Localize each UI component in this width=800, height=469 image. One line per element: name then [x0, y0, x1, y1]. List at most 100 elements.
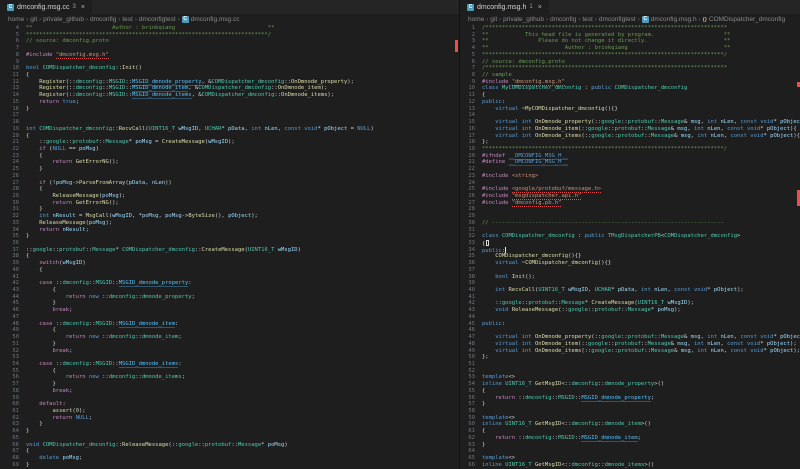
- breadcrumb-item[interactable]: git: [490, 16, 497, 23]
- code-line[interactable]: 46: [460, 327, 800, 334]
- breadcrumb-item-symbol[interactable]: COMDispatcher_dmconfig: [709, 16, 785, 23]
- code-line[interactable]: 11{: [460, 92, 800, 99]
- code-editor[interactable]: 1/**************************************…: [460, 25, 800, 469]
- code-line[interactable]: 66void COMDispatcher_dmconfig::ReleaseMe…: [0, 442, 459, 449]
- code-line[interactable]: 31 }: [0, 206, 459, 213]
- breadcrumb-item[interactable]: dmconfig: [550, 16, 576, 23]
- code-line[interactable]: 47: [0, 314, 459, 321]
- code-line[interactable]: 65: [0, 435, 459, 442]
- code-line[interactable]: 59: [0, 395, 459, 402]
- breadcrumb-item-file[interactable]: dmconfig.msg.h: [651, 16, 697, 23]
- code-line[interactable]: 56 return new ::dmconfig::dmnode_items;: [0, 374, 459, 381]
- code-line[interactable]: 58: [460, 408, 800, 415]
- code-line[interactable]: 49 {: [0, 327, 459, 334]
- code-line[interactable]: 3** Please do not change it directly. **: [460, 38, 800, 45]
- code-line[interactable]: 20#ifndef __DMCONFIG_MSG_H__: [460, 153, 800, 160]
- code-line[interactable]: 58 break;: [0, 388, 459, 395]
- code-line[interactable]: 15 return true;: [0, 99, 459, 106]
- code-line[interactable]: 36 virtual ~COMDispatcher_dmconfig(){}: [460, 260, 800, 267]
- code-line[interactable]: 5***************************************…: [0, 32, 459, 39]
- code-line[interactable]: 59template<>: [460, 415, 800, 422]
- code-line[interactable]: 17 virtual int OnDmnode_items(::google::…: [460, 133, 800, 140]
- code-line[interactable]: 28 {: [0, 186, 459, 193]
- code-line[interactable]: 68 delete poMsg;: [0, 455, 459, 462]
- code-line[interactable]: 20{: [0, 133, 459, 140]
- tab-dmconfig-msg-cc[interactable]: C dmconfig.msg.cc 3 ×: [0, 0, 93, 14]
- code-line[interactable]: 39: [460, 280, 800, 287]
- code-line[interactable]: 57 }: [0, 381, 459, 388]
- code-line[interactable]: 4** Author : brinkqiang **: [460, 45, 800, 52]
- code-line[interactable]: 57}: [460, 401, 800, 408]
- code-line[interactable]: 45 }: [0, 300, 459, 307]
- code-line[interactable]: 16}: [0, 106, 459, 113]
- code-line[interactable]: 43 {: [0, 287, 459, 294]
- code-line[interactable]: 47 virtual int OnDmnode_property(::googl…: [460, 334, 800, 341]
- tab-dmconfig-msg-h[interactable]: C dmconfig.msg.h 1 ×: [460, 0, 550, 14]
- code-line[interactable]: 46 break;: [0, 307, 459, 314]
- code-line[interactable]: 35}: [0, 233, 459, 240]
- code-line[interactable]: 15 virtual int OnDmnode_property(::googl…: [460, 119, 800, 126]
- code-line[interactable]: 8// sample: [460, 72, 800, 79]
- code-line[interactable]: 18: [0, 119, 459, 126]
- breadcrumb-item-file[interactable]: dmconfig.msg.cc: [191, 16, 240, 23]
- code-line[interactable]: 55{: [460, 388, 800, 395]
- code-line[interactable]: 60 default:: [0, 401, 459, 408]
- code-line[interactable]: 12 Register(::dmconfig::MSGID::MSGID_dmn…: [0, 79, 459, 86]
- code-line[interactable]: 13 virtual ~MyCOMDispatcher_dmconfig(){}: [460, 106, 800, 113]
- code-line[interactable]: 51 }: [0, 341, 459, 348]
- code-line[interactable]: 2** This head file is generated by progr…: [460, 32, 800, 39]
- code-line[interactable]: 18};: [460, 139, 800, 146]
- code-line[interactable]: 8#include "dmconfig.msg.h": [0, 52, 459, 59]
- code-line[interactable]: 48 virtual int OnDmnode_item(::google::p…: [460, 341, 800, 348]
- code-line[interactable]: 30// -----------------------------------…: [460, 220, 800, 227]
- code-line[interactable]: 24 return GetErrorNG();: [0, 159, 459, 166]
- code-line[interactable]: 44: [460, 314, 800, 321]
- code-line[interactable]: 21 ::google::protobuf::Message* poMsg = …: [0, 139, 459, 146]
- code-line[interactable]: 10class MyCOMDispatcher_dmconfig : publi…: [460, 85, 800, 92]
- code-line[interactable]: 25 }: [0, 166, 459, 173]
- code-line[interactable]: 32 int nResult = MsgCall(wMsgID, *poMsg,…: [0, 213, 459, 220]
- code-line[interactable]: 31: [460, 227, 800, 234]
- code-line[interactable]: 49 virtual int OnDmnode_items(::google::…: [460, 348, 800, 355]
- code-line[interactable]: 42 case ::dmconfig::MSGID::MSGID_dmnode_…: [0, 280, 459, 287]
- code-line[interactable]: 21#define __DMCONFIG_MSG_H__: [460, 159, 800, 166]
- code-line[interactable]: 6// source: dmconfig.proto: [460, 59, 800, 66]
- code-line[interactable]: 36: [0, 240, 459, 247]
- code-line[interactable]: 37: [460, 267, 800, 274]
- code-line[interactable]: 7/**************************************…: [460, 65, 800, 72]
- breadcrumb-item[interactable]: test: [582, 16, 592, 23]
- code-line[interactable]: 65template<>: [460, 455, 800, 462]
- code-line[interactable]: 42 ::google::protobuf::Message* CreateMe…: [460, 300, 800, 307]
- breadcrumb-item[interactable]: home: [8, 16, 24, 23]
- code-line[interactable]: 38{: [0, 253, 459, 260]
- code-line[interactable]: 24: [460, 180, 800, 187]
- code-line[interactable]: 40 {: [0, 267, 459, 274]
- breadcrumb-item[interactable]: home: [468, 16, 484, 23]
- code-line[interactable]: 43 void ReleaseMessage(::google::protobu…: [460, 307, 800, 314]
- code-line[interactable]: 13 Register(::dmconfig::MSGID::MSGID_dmn…: [0, 85, 459, 92]
- code-line[interactable]: 33{: [460, 240, 800, 247]
- code-line[interactable]: 63}: [460, 442, 800, 449]
- code-line[interactable]: 38 bool Init();: [460, 274, 800, 281]
- code-line[interactable]: 60inline UINT16_T GetMsgID<::dmconfig::d…: [460, 421, 800, 428]
- code-line[interactable]: 63 }: [0, 421, 459, 428]
- code-line[interactable]: 11{: [0, 72, 459, 79]
- code-line[interactable]: 9#include "dmconfig.msg.h": [460, 79, 800, 86]
- code-line[interactable]: 55 {: [0, 368, 459, 375]
- code-line[interactable]: 26: [0, 173, 459, 180]
- code-line[interactable]: 9: [0, 59, 459, 66]
- code-line[interactable]: 50 return new ::dmconfig::dmnode_item;: [0, 334, 459, 341]
- code-line[interactable]: 44 return new ::dmconfig::dmnode_propert…: [0, 294, 459, 301]
- breadcrumb-item[interactable]: dmconfigtest: [599, 16, 636, 23]
- close-icon[interactable]: ×: [538, 4, 542, 11]
- code-line[interactable]: 26#include "msgdispatcher.api.h": [460, 193, 800, 200]
- breadcrumb-item[interactable]: private_github: [43, 16, 84, 23]
- code-line[interactable]: 19**************************************…: [460, 146, 800, 153]
- code-line[interactable]: 54 case ::dmconfig::MSGID::MSGID_dmnode_…: [0, 361, 459, 368]
- code-line[interactable]: 45public:: [460, 321, 800, 328]
- code-line[interactable]: 53: [0, 354, 459, 361]
- code-line[interactable]: 40 int RecvCall(UINT16_T wMsgID, UCHAR* …: [460, 287, 800, 294]
- code-line[interactable]: 34public:: [460, 247, 800, 254]
- code-line[interactable]: 37::google::protobuf::Message* COMDispat…: [0, 247, 459, 254]
- code-line[interactable]: 29 ReleaseMessage(poMsg);: [0, 193, 459, 200]
